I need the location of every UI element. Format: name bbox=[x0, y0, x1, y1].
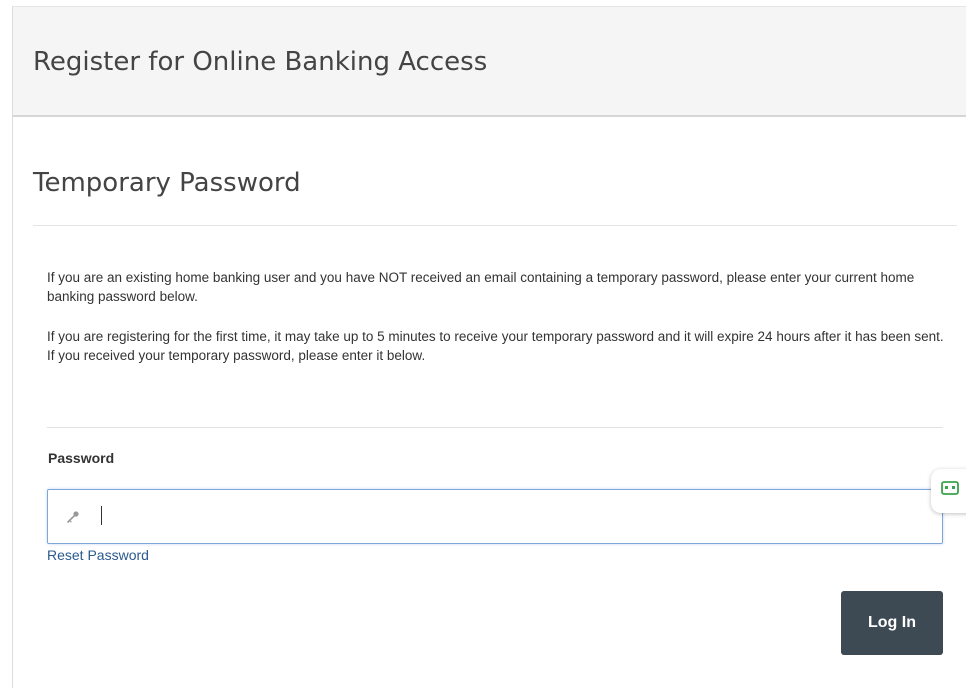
instructions-paragraph-first-time: If you are registering for the first tim… bbox=[47, 329, 944, 363]
password-field[interactable] bbox=[47, 489, 943, 544]
instructions-paragraph-existing-user: If you are an existing home banking user… bbox=[47, 270, 915, 304]
log-in-button[interactable]: Log In bbox=[841, 591, 943, 655]
form-divider bbox=[47, 427, 943, 428]
registration-panel: Register for Online Banking Access Tempo… bbox=[12, 6, 966, 688]
panel-header: Register for Online Banking Access bbox=[13, 7, 966, 117]
page-title: Register for Online Banking Access bbox=[33, 47, 488, 77]
key-icon bbox=[67, 511, 79, 523]
instructions: If you are an existing home banking user… bbox=[47, 268, 945, 386]
reset-password-link[interactable]: Reset Password bbox=[47, 547, 149, 563]
password-manager-widget[interactable] bbox=[931, 469, 966, 513]
section-title: Temporary Password bbox=[33, 168, 301, 198]
section-divider bbox=[33, 225, 957, 226]
password-input[interactable] bbox=[96, 502, 926, 530]
password-label: Password bbox=[48, 450, 115, 466]
text-caret bbox=[101, 506, 102, 525]
password-manager-icon bbox=[941, 481, 959, 495]
page: Register for Online Banking Access Tempo… bbox=[0, 0, 966, 688]
